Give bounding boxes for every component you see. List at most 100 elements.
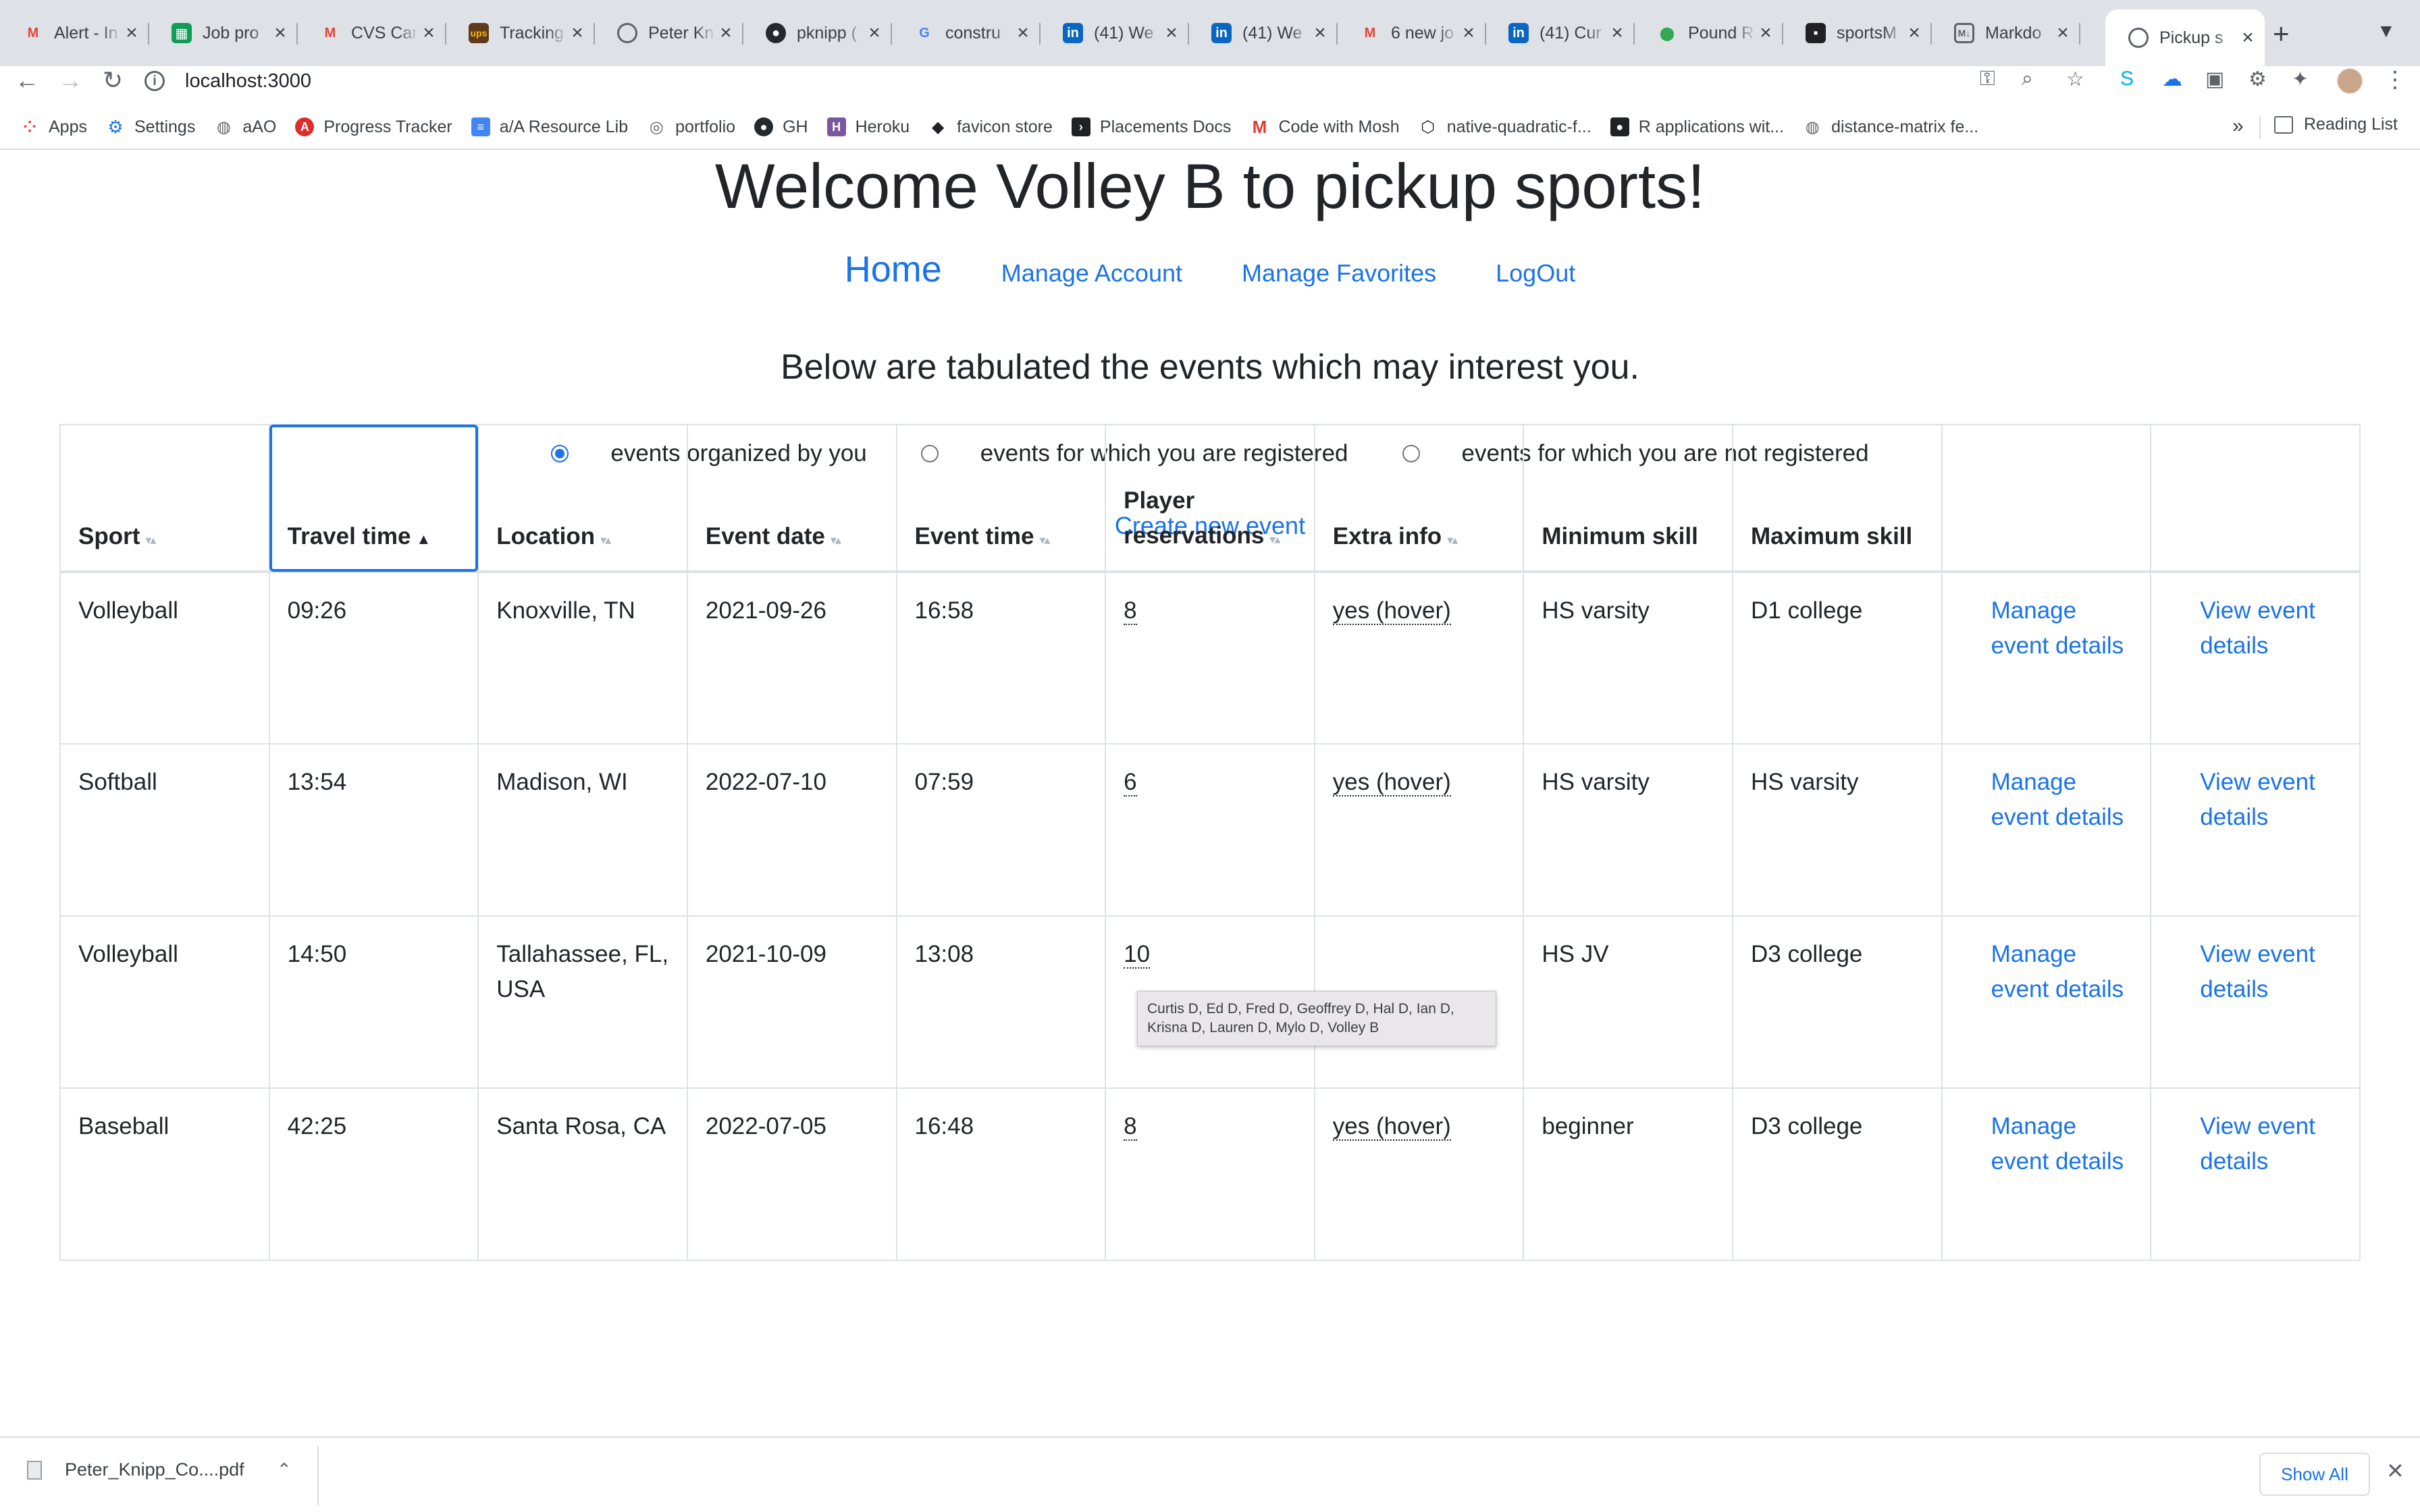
- close-icon[interactable]: ×: [716, 22, 736, 45]
- reservations-hover-count[interactable]: 8: [1124, 597, 1137, 625]
- browser-tab[interactable]: M6 new jo ×: [1337, 12, 1486, 54]
- bookmark-resource-lib[interactable]: ≡ a/A Resource Lib: [471, 117, 628, 137]
- browser-tab[interactable]: in (41) Cur ×: [1485, 12, 1635, 54]
- view-event-details-link[interactable]: View event details: [2200, 941, 2315, 1002]
- more-menu-icon[interactable]: ⋮: [2384, 66, 2406, 93]
- close-icon[interactable]: ×: [864, 22, 885, 45]
- bookmark-portfolio[interactable]: ◎ portfolio: [647, 117, 735, 137]
- close-icon[interactable]: ✕: [2386, 1458, 2404, 1484]
- col-travel-time-header[interactable]: Travel time ▲: [268, 424, 479, 573]
- table-row: Softball 13:54 Madison, WI 2022-07-10 07…: [59, 743, 2361, 917]
- col-event-time-header[interactable]: Event time ▾▴: [895, 424, 1107, 573]
- nav-home-link[interactable]: Home: [845, 248, 942, 290]
- view-event-details-link[interactable]: View event details: [2200, 769, 2315, 830]
- profile-avatar[interactable]: [2336, 68, 2363, 94]
- chevron-up-icon[interactable]: ⌃: [277, 1459, 292, 1480]
- puzzle-extensions-icon[interactable]: ✦: [2292, 68, 2309, 91]
- address-bar[interactable]: i localhost:3000: [144, 66, 2217, 96]
- cell-minimum-skill: HS JV: [1523, 915, 1733, 1089]
- zoom-icon[interactable]: ⌕: [2022, 68, 2033, 90]
- show-all-downloads-button[interactable]: Show All: [2259, 1453, 2370, 1496]
- bookmark-gh[interactable]: ● GH: [754, 117, 808, 137]
- bookmark-apps[interactable]: ⁘ Apps: [20, 117, 87, 137]
- download-item[interactable]: Peter_Knipp_Co....pdf: [27, 1459, 244, 1480]
- nav-manage-account-link[interactable]: Manage Account: [1001, 259, 1182, 288]
- browser-tab[interactable]: ▪ sportsM ×: [1783, 12, 1932, 54]
- close-icon[interactable]: ×: [1607, 22, 1627, 45]
- close-icon[interactable]: ×: [122, 22, 142, 45]
- view-event-details-link[interactable]: View event details: [2200, 1113, 2315, 1174]
- nav-logout-link[interactable]: LogOut: [1496, 259, 1575, 288]
- bookmark-distance-matrix[interactable]: ◍ distance-matrix fe...: [1803, 117, 1979, 137]
- cloud-extension-icon[interactable]: ☁: [2162, 68, 2182, 91]
- extra-info-hover[interactable]: yes (hover): [1332, 1113, 1451, 1141]
- bookmark-code-with-mosh[interactable]: M Code with Mosh: [1250, 117, 1400, 137]
- browser-tab[interactable]: M CVS Car ×: [297, 12, 446, 54]
- bookmark-aao[interactable]: ◍ aAO: [214, 117, 277, 137]
- col-extra-info-header[interactable]: Extra info ▾▴: [1313, 424, 1525, 573]
- reservations-hover-count[interactable]: 10: [1124, 941, 1151, 969]
- col-location-header[interactable]: Location ▾▴: [477, 424, 688, 573]
- close-icon[interactable]: ×: [1756, 22, 1776, 45]
- browser-tab[interactable]: in (41) We ×: [1040, 12, 1189, 54]
- close-icon[interactable]: ×: [270, 22, 290, 45]
- bookmark-star-icon[interactable]: ☆: [2066, 68, 2084, 91]
- bookmark-heroku[interactable]: H Heroku: [826, 117, 910, 137]
- col-event-date-header[interactable]: Event date ▾▴: [686, 424, 897, 573]
- new-tab-plus-icon[interactable]: +: [2273, 18, 2290, 50]
- col-sport-header[interactable]: Sport ▾▴: [59, 424, 270, 573]
- browser-tab[interactable]: M↓ Markdo ×: [1931, 12, 2080, 54]
- reload-icon[interactable]: ↻: [103, 66, 123, 94]
- browser-tab-active[interactable]: Pickup s ×: [2105, 9, 2265, 66]
- back-arrow-icon[interactable]: ←: [15, 66, 39, 94]
- bookmarks-overflow-chevron-icon[interactable]: »: [2232, 115, 2244, 138]
- cell-sport: Softball: [59, 743, 270, 917]
- reservations-hover-count[interactable]: 6: [1124, 769, 1137, 796]
- github-icon: ●: [766, 23, 786, 43]
- close-icon[interactable]: ×: [2053, 22, 2073, 45]
- close-icon[interactable]: ×: [1310, 22, 1330, 45]
- view-event-details-link[interactable]: View event details: [2200, 597, 2315, 659]
- browser-tab[interactable]: Gconstru ×: [891, 12, 1041, 54]
- close-icon[interactable]: ×: [1458, 22, 1479, 45]
- reservations-hover-count[interactable]: 8: [1124, 1113, 1137, 1141]
- col-player-reservations-header[interactable]: Player reservations ▾▴: [1105, 424, 1315, 573]
- url-text[interactable]: localhost:3000: [185, 70, 311, 92]
- browser-tab[interactable]: ⬤ Pound R ×: [1634, 12, 1783, 54]
- close-icon[interactable]: ×: [567, 22, 587, 45]
- browser-tab[interactable]: M Alert - In ×: [0, 12, 149, 54]
- clip-extension-icon[interactable]: ▣: [2205, 68, 2224, 91]
- manage-event-details-link[interactable]: Manage event details: [1991, 597, 2124, 659]
- browser-tab[interactable]: in (41) We ×: [1188, 12, 1338, 54]
- close-icon[interactable]: ×: [2238, 26, 2258, 49]
- extra-info-hover[interactable]: yes (hover): [1332, 597, 1451, 625]
- extension-badge-icon[interactable]: ⚙: [2248, 68, 2267, 91]
- close-icon[interactable]: ×: [1904, 22, 1924, 45]
- tab-search-chevron-icon[interactable]: ▼: [2377, 20, 2396, 42]
- info-icon[interactable]: i: [144, 71, 165, 91]
- bookmark-favicon-store[interactable]: ◆ favicon store: [928, 117, 1053, 137]
- bookmark-placements-docs[interactable]: › Placements Docs: [1071, 117, 1231, 137]
- close-icon[interactable]: ×: [1161, 22, 1182, 45]
- reading-list-button[interactable]: Reading List: [2274, 115, 2398, 134]
- bookmark-native-quadratic[interactable]: ⬡ native-quadratic-f...: [1419, 117, 1591, 137]
- extra-info-hover[interactable]: yes (hover): [1332, 769, 1451, 796]
- key-icon[interactable]: ⚿: [1980, 68, 1995, 90]
- close-icon[interactable]: ×: [419, 22, 439, 45]
- table-header-row: Sport ▾▴ Travel time ▲ Location ▾▴ Event da…: [59, 424, 2361, 573]
- bookmark-settings[interactable]: ⚙ Settings: [106, 117, 195, 137]
- bookmark-r-applications[interactable]: ● R applications wit...: [1610, 117, 1784, 137]
- skype-extension-icon[interactable]: S: [2120, 68, 2134, 90]
- manage-event-details-link[interactable]: Manage event details: [1991, 769, 2124, 830]
- browser-tab[interactable]: Peter Kn ×: [594, 12, 743, 54]
- close-icon[interactable]: ×: [1013, 22, 1033, 45]
- browser-tab[interactable]: ● pknipp (×: [743, 12, 892, 54]
- browser-tab[interactable]: ups Tracking ×: [446, 12, 595, 54]
- cell-manage: Manage event details: [1941, 1087, 2152, 1261]
- bookmark-progress-tracker[interactable]: A Progress Tracker: [295, 117, 452, 137]
- manage-event-details-link[interactable]: Manage event details: [1991, 941, 2124, 1002]
- manage-event-details-link[interactable]: Manage event details: [1991, 1113, 2124, 1174]
- nav-manage-favorites-link[interactable]: Manage Favorites: [1242, 259, 1436, 288]
- browser-tab[interactable]: ▦ Job pro ×: [149, 12, 298, 54]
- forward-arrow-icon[interactable]: →: [58, 66, 82, 94]
